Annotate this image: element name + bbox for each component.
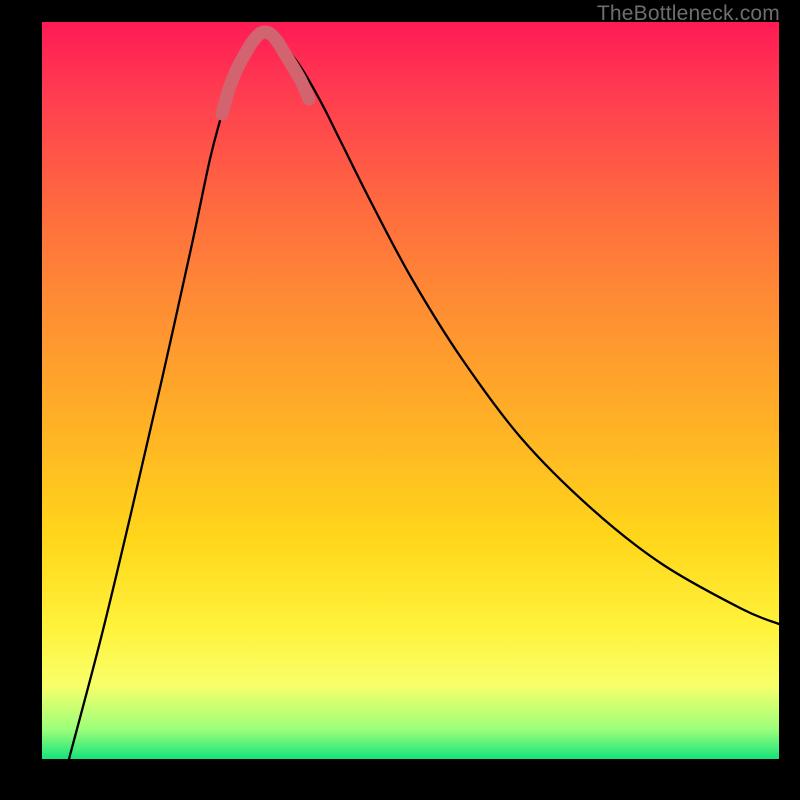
curve-svg (42, 22, 779, 759)
plot-area (42, 22, 779, 759)
bottleneck-curve (69, 32, 779, 759)
chart-frame: TheBottleneck.com (0, 0, 800, 800)
crit-highlight (222, 32, 309, 114)
